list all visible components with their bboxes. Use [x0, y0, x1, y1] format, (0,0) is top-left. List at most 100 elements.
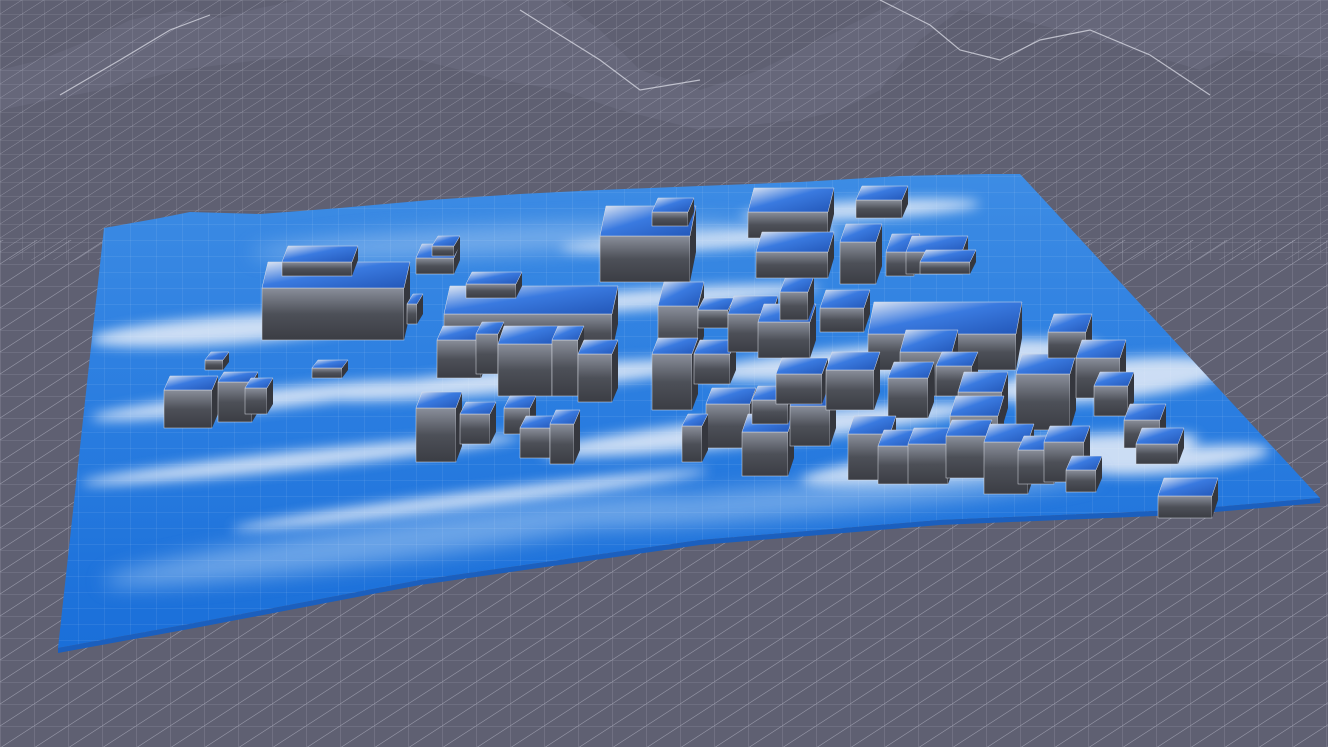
building-facade — [855, 199, 903, 219]
building-block — [919, 249, 977, 275]
cfd-wind-simulation-scene[interactable] — [0, 0, 1328, 747]
building-facade — [789, 405, 831, 447]
building-roof — [779, 275, 815, 293]
building-roof — [1065, 455, 1103, 471]
building-block — [549, 409, 581, 465]
building-roof — [935, 351, 979, 367]
building-roof — [459, 401, 497, 415]
building-block — [825, 351, 881, 411]
building-facade — [919, 261, 971, 275]
building-facade — [577, 353, 613, 403]
building-facade — [459, 413, 491, 445]
building-facade — [775, 373, 823, 405]
building-facade — [1135, 443, 1179, 465]
building-block — [415, 391, 463, 463]
building-block — [163, 375, 219, 429]
building-roof — [1157, 477, 1219, 497]
building-block — [681, 413, 709, 463]
building-block — [1135, 427, 1185, 465]
building-block — [839, 223, 883, 285]
building-roof — [497, 325, 559, 345]
building-roof — [1047, 313, 1093, 333]
building-block — [1065, 455, 1103, 493]
building-block — [577, 339, 619, 403]
building-block — [775, 357, 829, 405]
building-roof — [755, 231, 835, 253]
building-facade — [475, 333, 499, 375]
building-roof — [957, 371, 1009, 393]
building-facade — [1015, 373, 1071, 431]
building-roof — [945, 419, 993, 437]
building-roof — [747, 187, 835, 213]
building-roof — [919, 249, 977, 263]
building-roof — [1093, 371, 1135, 387]
building-block — [887, 361, 935, 419]
building-facade — [497, 343, 553, 397]
building-roof — [651, 197, 695, 213]
building-block — [431, 235, 461, 257]
building-facade — [415, 407, 457, 463]
building-block — [244, 377, 274, 415]
building-roof — [867, 301, 1023, 335]
building-facade — [436, 339, 482, 379]
building-facade — [755, 251, 829, 279]
building-roof — [657, 281, 705, 307]
building-facade — [887, 377, 929, 419]
building-roof — [281, 245, 359, 263]
building-roof — [905, 235, 969, 253]
building-facade — [779, 291, 809, 321]
building-facade — [651, 211, 689, 227]
building-facade — [839, 241, 877, 285]
building-roof — [825, 351, 881, 371]
building-block — [651, 197, 695, 227]
building-facade — [311, 367, 343, 379]
building-facade — [825, 369, 875, 411]
building-block — [281, 245, 359, 277]
building-roof — [651, 337, 699, 355]
building-block — [311, 359, 349, 379]
building-facade — [907, 443, 949, 485]
building-roof — [311, 359, 349, 369]
3d-viewport[interactable] — [0, 0, 1328, 747]
building-block — [747, 187, 835, 239]
building-block — [465, 271, 523, 299]
building-roof — [887, 361, 935, 379]
building-facade — [693, 353, 731, 385]
building-block — [459, 401, 497, 445]
building-roof — [465, 271, 523, 285]
building-block — [651, 337, 699, 411]
building-block — [755, 231, 835, 279]
building-roof — [697, 297, 735, 311]
building-block — [497, 325, 559, 397]
building-facade — [651, 353, 693, 411]
building-facade — [431, 245, 455, 257]
building-facade — [599, 235, 691, 283]
building-roof — [899, 329, 959, 353]
building-roof — [1043, 425, 1091, 443]
building-facade — [163, 389, 213, 429]
building-facade — [1065, 469, 1097, 493]
building-facade — [465, 283, 517, 299]
building-block — [819, 289, 871, 333]
building-facade — [681, 425, 703, 463]
building-facade — [261, 287, 405, 341]
building-facade — [519, 427, 551, 459]
building-facade — [757, 321, 811, 359]
building-roof — [775, 357, 829, 375]
building-roof — [1135, 427, 1185, 445]
building-facade — [204, 359, 224, 371]
building-facade — [741, 431, 789, 477]
building-facade — [549, 423, 575, 465]
building-block — [1015, 353, 1077, 431]
building-facade — [819, 307, 865, 333]
building-roof — [577, 339, 619, 355]
building-roof — [819, 289, 871, 309]
building-facade — [415, 257, 455, 275]
building-roof — [1123, 403, 1167, 421]
building-roof — [1075, 339, 1127, 359]
building-roof — [415, 391, 463, 409]
building-facade — [281, 261, 353, 277]
building-roof — [949, 395, 1005, 417]
building-roof — [839, 223, 883, 243]
building-facade — [697, 309, 729, 329]
